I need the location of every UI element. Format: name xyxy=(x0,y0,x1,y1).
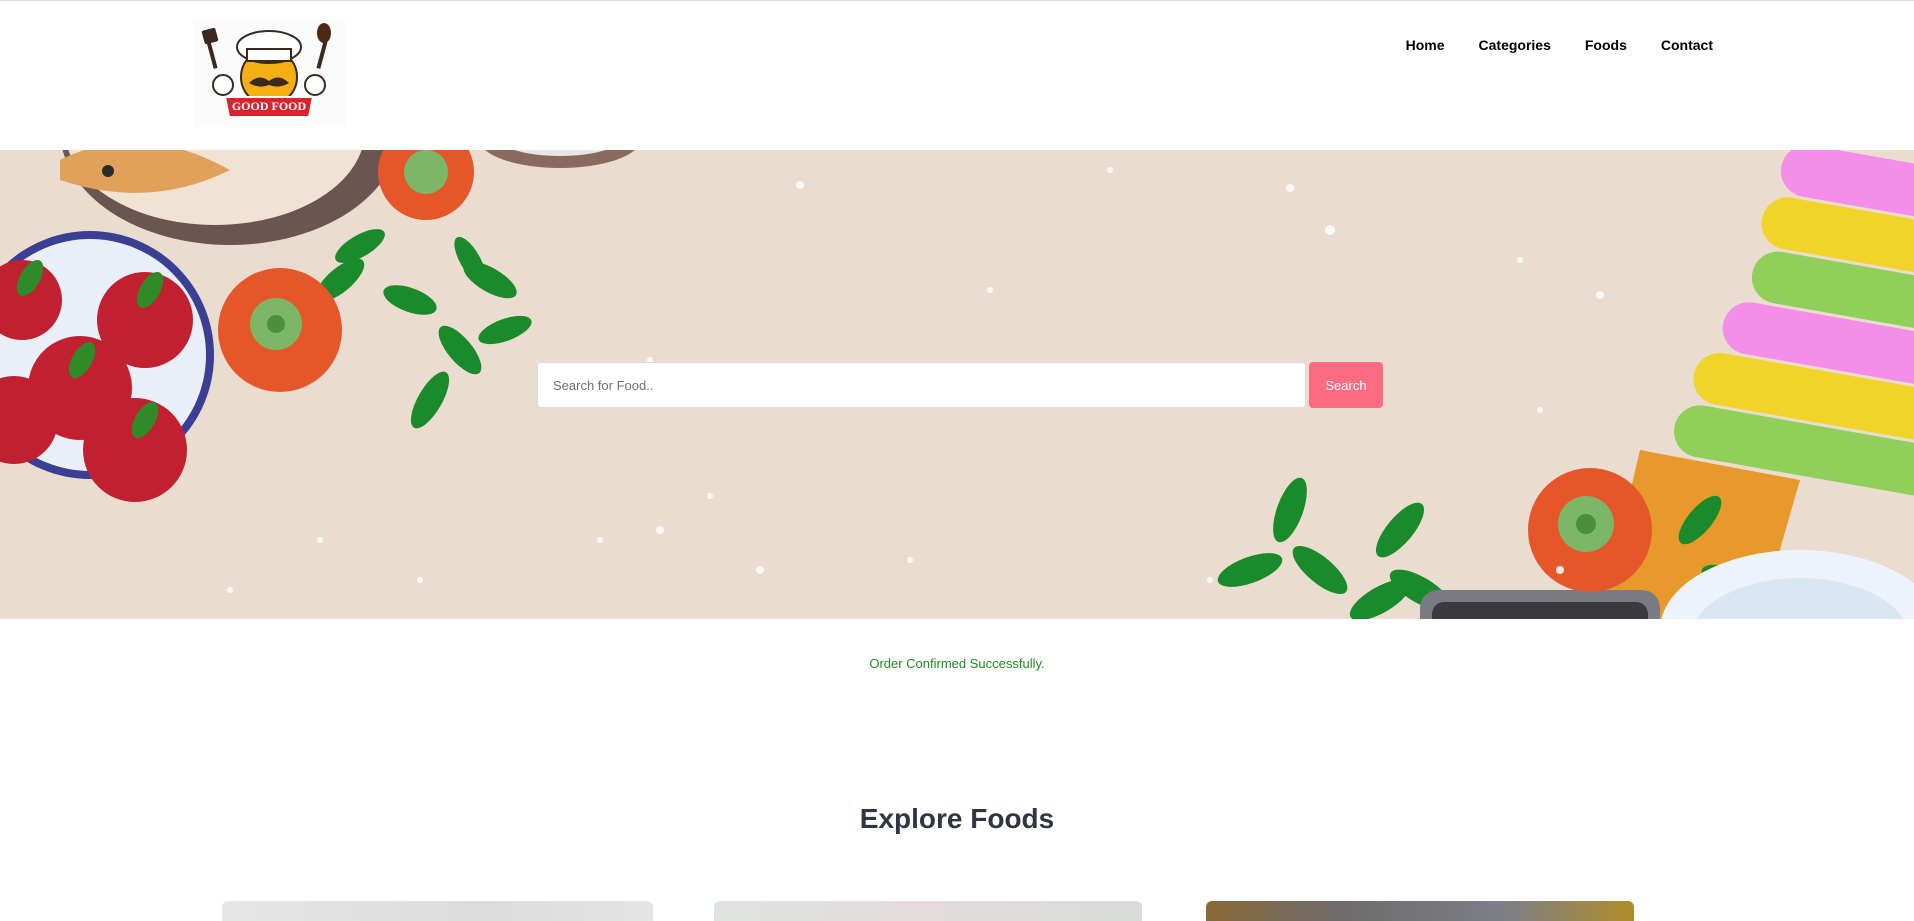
navbar: GOOD FOOD Home Categories Foods Contact xyxy=(0,1,1914,150)
food-card-2[interactable] xyxy=(714,901,1142,921)
search-button[interactable]: Search xyxy=(1309,362,1383,408)
explore-foods-heading: Explore Foods xyxy=(859,803,1055,834)
order-success-message: Order Confirmed Successfully. xyxy=(869,656,1045,671)
nav-foods[interactable]: Foods xyxy=(1585,37,1627,53)
hero-banner: Search xyxy=(0,150,1914,619)
nav-contact[interactable]: Contact xyxy=(1661,37,1713,53)
search-input[interactable] xyxy=(537,362,1306,408)
food-card-3[interactable] xyxy=(1206,901,1634,921)
main-menu: Home Categories Foods Contact xyxy=(1406,37,1713,53)
search-bar: Search xyxy=(537,362,1383,408)
nav-home[interactable]: Home xyxy=(1406,37,1445,53)
site-logo[interactable]: GOOD FOOD xyxy=(193,19,345,127)
food-card-1[interactable] xyxy=(222,901,653,921)
logo-text: GOOD FOOD xyxy=(231,99,307,113)
nav-categories[interactable]: Categories xyxy=(1479,37,1551,53)
